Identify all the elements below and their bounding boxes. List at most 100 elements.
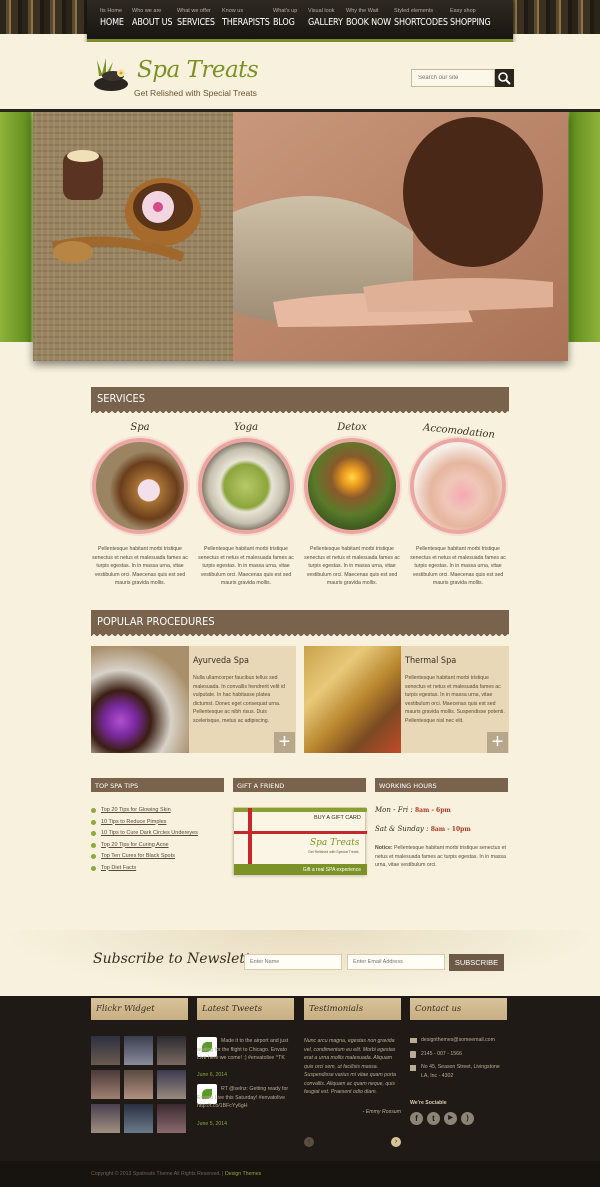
logo-stones-icon[interactable]: [91, 56, 131, 92]
tips-heading-bar: TOP SPA TIPS: [91, 778, 224, 792]
nav-sub: Know us: [222, 8, 244, 14]
service-image-yoga[interactable]: [198, 438, 294, 534]
flickr-thumb[interactable]: [124, 1104, 153, 1133]
tip-link[interactable]: Top 20 Tips for Glowing Skin: [91, 807, 224, 819]
nav-label: HOME: [100, 17, 124, 28]
newsletter-name-input[interactable]: [244, 954, 342, 970]
nav-label: THERAPISTS: [222, 17, 270, 28]
service-text-detox: Pellentesque habitant morbi tristique se…: [304, 546, 400, 586]
nav-book-now[interactable]: Why the Wait BOOK NOW: [346, 8, 399, 28]
facebook-icon[interactable]: f: [410, 1112, 423, 1125]
procedure-title[interactable]: Ayurveda Spa: [193, 656, 249, 666]
tip-link[interactable]: Top 20 Tips for Curing Acne: [91, 842, 224, 854]
procedures-heading: POPULAR PROCEDURES: [97, 615, 215, 628]
tweet-date: June 6, 2014: [197, 1072, 227, 1078]
nav-sub: Easy shop: [450, 8, 476, 14]
procedure-image-thermal[interactable]: [304, 646, 401, 753]
hours-weekday-label: Mon - Fri :: [375, 806, 413, 814]
gift-card-footer: Gift a real SPA experience: [234, 864, 367, 875]
service-image-detox[interactable]: [304, 438, 400, 534]
search-input[interactable]: [411, 69, 495, 87]
nav-sub: Styled elements: [394, 8, 434, 14]
newsletter-email-input[interactable]: [347, 954, 445, 970]
gift-card-label: BUY A GIFT CARD: [314, 815, 361, 821]
service-image-spa[interactable]: [92, 438, 188, 534]
hours-weekend: Sat & Sunday : 8am - 10pm: [375, 825, 471, 833]
notice-label: Notice:: [375, 845, 393, 851]
flickr-thumb[interactable]: [157, 1070, 186, 1099]
hours-weekday: Mon - Fri : 8am - 6pm: [375, 806, 451, 814]
subscribe-button[interactable]: SUBSCRIBE: [449, 954, 504, 971]
main-nav: Its Home HOME Who we are ABOUT US What we …: [87, 0, 513, 42]
service-title-detox: Detox: [337, 422, 367, 433]
services-heading: SERVICES: [97, 392, 146, 405]
tweets-heading: Latest Tweets: [197, 998, 294, 1020]
flickr-thumb[interactable]: [91, 1070, 120, 1099]
flickr-thumb[interactable]: [124, 1036, 153, 1065]
flickr-thumb[interactable]: [91, 1036, 120, 1065]
service-title-spa: Spa: [130, 422, 150, 433]
nav-services[interactable]: What we offer SERVICES: [177, 8, 221, 28]
procedure-more-button[interactable]: +: [487, 732, 508, 753]
chevron-right-icon: ›: [394, 1138, 398, 1145]
testimonial-prev-button[interactable]: ‹: [304, 1137, 314, 1147]
nav-home[interactable]: Its Home HOME: [100, 8, 128, 28]
procedure-card-thermal: Thermal Spa Pellentesque habitant morbi …: [304, 646, 509, 753]
nav-therapists[interactable]: Know us THERAPISTS: [222, 8, 278, 28]
nav-label: SHOPPING: [450, 17, 491, 28]
hours-weekend-label: Sat & Sunday :: [375, 825, 429, 833]
testimonial-author: - Emmy Rossum: [362, 1109, 401, 1115]
zigzag-edge: [91, 632, 509, 636]
rss-icon[interactable]: ): [461, 1112, 474, 1125]
hours-heading: WORKING HOURS: [379, 782, 437, 790]
logo-title[interactable]: Spa Treats: [137, 57, 259, 83]
tip-link[interactable]: 10 Tips to Reduce Pimples: [91, 819, 224, 831]
service-title-yoga: Yoga: [233, 422, 259, 433]
search-button[interactable]: [495, 69, 514, 87]
plus-icon: +: [491, 731, 504, 753]
gift-card-tagline: Get Relished with Special Treats: [308, 850, 359, 854]
hero-image: [33, 112, 568, 361]
tip-link[interactable]: Top Diet Facts: [91, 865, 224, 877]
gift-card-stripe: [234, 808, 367, 812]
flickr-thumb[interactable]: [91, 1104, 120, 1133]
design-themes-link[interactable]: Design Themes: [225, 1171, 261, 1177]
service-image-accomodation[interactable]: [410, 438, 506, 534]
nav-label: SHORTCODES: [394, 17, 448, 28]
procedure-image-ayurveda[interactable]: [91, 646, 189, 753]
contact-address: No 45, Season Street, Livingstone LA, In…: [421, 1064, 500, 1079]
procedure-title[interactable]: Thermal Spa: [405, 656, 456, 666]
flickr-grid: [91, 1036, 188, 1135]
procedure-more-button[interactable]: +: [274, 732, 295, 753]
nav-label: SERVICES: [177, 17, 215, 28]
twitter-icon[interactable]: t: [427, 1112, 440, 1125]
tips-heading: TOP SPA TIPS: [95, 782, 139, 790]
nav-label: GALLERY: [308, 17, 343, 28]
youtube-icon[interactable]: ▶: [444, 1112, 457, 1125]
tip-link[interactable]: Top Ten Cures for Black Spots: [91, 853, 224, 865]
gift-card[interactable]: BUY A GIFT CARD Spa Treats Get Relished …: [233, 807, 367, 875]
nav-sub: Why the Wait: [346, 8, 379, 14]
nav-gallery[interactable]: Visual look GALLERY: [308, 8, 349, 28]
nav-shortcodes[interactable]: Styled elements SHORTCODES: [394, 8, 457, 28]
tip-link[interactable]: 10 Tips to Cure Dark Circles Undereyes: [91, 830, 224, 842]
flickr-thumb[interactable]: [157, 1104, 186, 1133]
nav-sub: What we offer: [177, 8, 211, 14]
gift-card-logo: Spa Treats: [310, 838, 360, 848]
nav-label: BLOG: [273, 17, 295, 28]
newsletter-title: Subscribe to Newsletter: [93, 951, 266, 967]
social-heading: We're Sociable: [410, 1100, 447, 1106]
copyright-text: Copyright © 2013 Spatreats Theme All Rig…: [91, 1170, 261, 1179]
flickr-thumb[interactable]: [124, 1070, 153, 1099]
nav-shopping[interactable]: Easy shop SHOPPING: [450, 8, 498, 28]
nav-about-us[interactable]: Who we are ABOUT US: [132, 8, 180, 28]
testimonial-next-button[interactable]: ›: [391, 1137, 401, 1147]
contact-email[interactable]: designthemes@someemail.com: [421, 1036, 495, 1045]
service-text-accomodation: Pellentesque habitant morbi tristique se…: [410, 546, 506, 586]
flickr-thumb[interactable]: [157, 1036, 186, 1065]
chevron-left-icon: ‹: [307, 1138, 311, 1145]
nav-blog[interactable]: What's up BLOG: [273, 8, 299, 28]
services-heading-bar: SERVICES: [91, 387, 509, 413]
tips-list: Top 20 Tips for Glowing Skin 10 Tips to …: [91, 807, 224, 876]
zigzag-edge: [91, 409, 509, 413]
